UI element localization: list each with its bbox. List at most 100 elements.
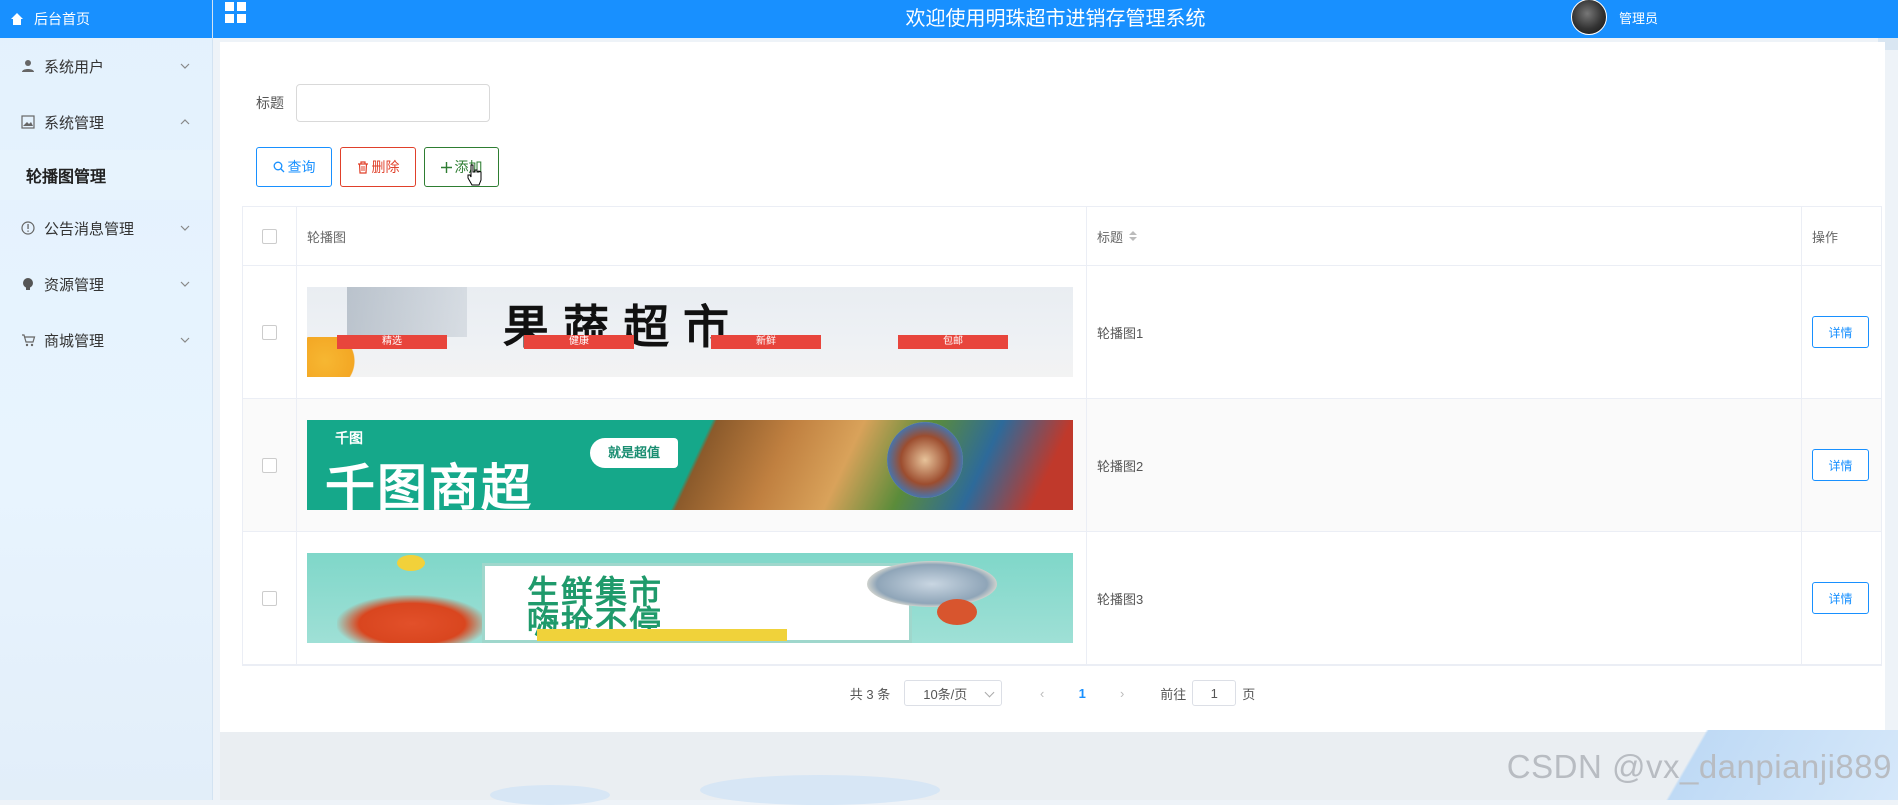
sidebar-item-label: 系统管理 — [44, 114, 105, 132]
goto-suffix: 页 — [1242, 686, 1256, 702]
detail-button[interactable]: 详情 — [1812, 582, 1869, 614]
delete-button[interactable]: 删除 — [340, 147, 416, 187]
banner-crab — [937, 599, 977, 625]
pointer-cursor-icon — [467, 164, 482, 186]
row-checkbox-cell — [243, 266, 297, 398]
prev-page-button[interactable]: ‹ — [1030, 686, 1054, 701]
sidebar-home[interactable]: 后台首页 — [0, 0, 212, 38]
actions-cell: 详情 — [1802, 532, 1881, 664]
trash-icon — [357, 160, 368, 174]
banner-lemon — [397, 555, 425, 571]
home-icon — [10, 12, 24, 26]
title-cell: 轮播图3 — [1087, 532, 1802, 664]
banner-tag: 就是超值 — [590, 438, 678, 468]
banner-tag: 精选 — [337, 335, 447, 349]
info-icon — [20, 220, 36, 236]
watermark: CSDN @vx_danpianji889 — [1506, 748, 1892, 785]
goto-prefix: 前往 — [1160, 686, 1187, 702]
plus-icon — [440, 161, 452, 173]
user-icon — [20, 58, 36, 74]
query-button-label: 查询 — [287, 159, 316, 175]
sidebar-item-system[interactable]: 系统管理 — [0, 94, 212, 150]
banner-shrimp — [337, 595, 487, 643]
bulb-icon — [20, 276, 36, 292]
search-icon — [273, 161, 284, 173]
banner-tag: 包邮 — [898, 335, 1008, 349]
chevron-down-icon — [984, 687, 995, 698]
page-size-value: 10条/页 — [923, 686, 968, 702]
delete-button-label: 删除 — [371, 159, 400, 175]
banner-image-market: 千图 千图商超 就是超值 — [307, 420, 1073, 510]
chevron-down-icon — [180, 63, 190, 69]
sidebar-item-label: 系统用户 — [44, 58, 105, 76]
banner-image-fresh: 生鲜集市 嗨抢不停 — [307, 553, 1073, 643]
top-header: 欢迎使用明珠超市进销存管理系统 管理员 — [213, 0, 1898, 38]
sidebar-item-mall[interactable]: 商城管理 — [0, 312, 212, 368]
next-page-button[interactable]: › — [1110, 686, 1134, 701]
image-icon — [20, 114, 36, 130]
banner-plate — [887, 422, 963, 498]
user-menu[interactable]: 管理员 — [1570, 0, 1658, 35]
actions-cell: 详情 — [1802, 399, 1881, 531]
banner-background-shelf — [347, 287, 467, 337]
row-checkbox[interactable] — [262, 590, 277, 606]
chevron-up-icon — [180, 119, 190, 125]
column-header-actions: 操作 — [1812, 229, 1839, 245]
row-checkbox-cell — [243, 399, 297, 531]
sidebar-home-label: 后台首页 — [34, 11, 90, 27]
banner-fish — [867, 561, 997, 607]
column-header-title[interactable]: 标题 — [1087, 207, 1802, 265]
carousel-table: 轮播图 标题 操作 果蔬超市 精选 健康 新鲜 包邮 轮播图1 详情 千图 千图… — [242, 206, 1882, 666]
goto-page-input[interactable]: 1 — [1192, 680, 1237, 706]
banner-image-fruit: 果蔬超市 精选 健康 新鲜 包邮 — [307, 287, 1073, 377]
avatar — [1570, 0, 1607, 35]
sort-icon[interactable] — [1129, 231, 1138, 241]
banner-tag: 新鲜 — [711, 335, 821, 349]
detail-button[interactable]: 详情 — [1812, 449, 1869, 481]
table-header: 轮播图 标题 操作 — [243, 207, 1881, 266]
banner-cell: 生鲜集市 嗨抢不停 — [297, 532, 1087, 664]
select-all-checkbox[interactable] — [262, 228, 277, 244]
sidebar: 后台首页 系统用户 系统管理 轮播图管理 公告消息管理 资源管理 商城管理 — [0, 0, 213, 800]
chevron-down-icon — [180, 225, 190, 231]
page-jumper: 前往 1 页 — [1160, 680, 1255, 706]
query-button[interactable]: 查询 — [256, 147, 332, 187]
sidebar-subitem-label: 轮播图管理 — [26, 169, 107, 186]
sidebar-item-label: 商城管理 — [44, 332, 105, 350]
add-button[interactable]: 添加 — [424, 147, 499, 187]
header-checkbox-cell — [243, 207, 297, 265]
row-checkbox-cell — [243, 532, 297, 664]
cart-icon — [20, 332, 36, 348]
sidebar-item-notice[interactable]: 公告消息管理 — [0, 200, 212, 256]
table-row: 生鲜集市 嗨抢不停 轮播图3 详情 — [243, 532, 1881, 665]
decorative-shape — [490, 785, 610, 805]
title-cell: 轮播图2 — [1087, 399, 1802, 531]
detail-button[interactable]: 详情 — [1812, 316, 1869, 348]
sidebar-item-label: 公告消息管理 — [44, 220, 135, 238]
main-content: 标题 查询 删除 添加 轮播图 标题 操作 果蔬超市 精选 健康 新鲜 包邮 轮… — [220, 42, 1885, 732]
table-row: 果蔬超市 精选 健康 新鲜 包邮 轮播图1 详情 — [243, 266, 1881, 399]
banner-products — [657, 420, 1073, 510]
title-search-input[interactable] — [296, 84, 490, 122]
column-header-title-label: 标题 — [1097, 229, 1124, 245]
banner-logo: 千图 — [335, 430, 363, 446]
sidebar-item-resource[interactable]: 资源管理 — [0, 256, 212, 312]
sidebar-item-label: 资源管理 — [44, 276, 105, 294]
page-number[interactable]: 1 — [1070, 686, 1094, 701]
decorative-shape — [700, 775, 940, 805]
banner-badge — [537, 629, 787, 641]
banner-tags: 精选 健康 新鲜 包邮 — [337, 335, 1073, 349]
pagination-total: 共 3 条 — [849, 686, 891, 702]
chevron-down-icon — [180, 337, 190, 343]
title-cell: 轮播图1 — [1087, 266, 1802, 398]
row-checkbox[interactable] — [262, 324, 277, 340]
table-row: 千图 千图商超 就是超值 轮播图2 详情 — [243, 399, 1881, 532]
banner-headline: 千图商超 — [325, 459, 533, 510]
sidebar-item-users[interactable]: 系统用户 — [0, 38, 212, 94]
column-header-banner: 轮播图 — [297, 207, 1087, 265]
sidebar-subitem-carousel[interactable]: 轮播图管理 — [0, 150, 212, 200]
row-checkbox[interactable] — [262, 457, 277, 473]
search-label: 标题 — [256, 95, 284, 111]
search-form: 标题 — [256, 84, 490, 122]
page-size-select[interactable]: 10条/页 — [904, 680, 1003, 706]
